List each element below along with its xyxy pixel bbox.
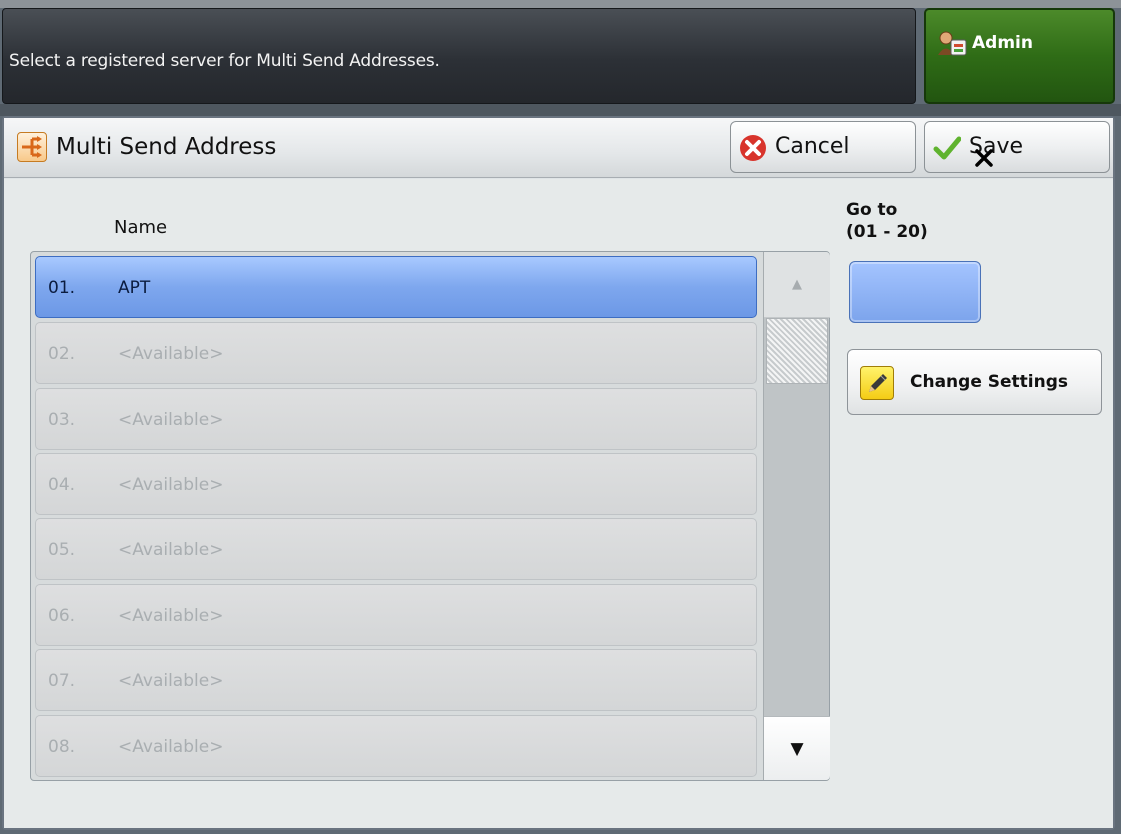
row-name: <Available>	[118, 410, 224, 430]
row-name: APT	[118, 278, 151, 298]
admin-label: Admin	[972, 33, 1033, 53]
save-label: Save	[969, 134, 1024, 159]
row-number: 07.	[48, 671, 76, 691]
cancel-label: Cancel	[775, 134, 850, 159]
pencil-icon	[860, 366, 894, 400]
cancel-button[interactable]: Cancel	[730, 121, 916, 173]
content-area: Name 01. APT 02. <Available> 03. <Availa…	[4, 179, 1113, 828]
row-number: 06.	[48, 606, 76, 626]
cancel-x-icon	[739, 134, 767, 162]
save-button[interactable]: Save	[924, 121, 1110, 173]
message-bar: Select a registered server for Multi Sen…	[2, 8, 916, 104]
row-name: <Available>	[118, 606, 224, 626]
address-list: 01. APT 02. <Available> 03. <Available> …	[30, 251, 830, 781]
list-item[interactable]: 02. <Available>	[35, 322, 757, 384]
goto-input[interactable]	[849, 261, 981, 323]
row-name: <Available>	[118, 475, 224, 495]
message-text: Select a registered server for Multi Sen…	[9, 51, 440, 71]
column-header-name: Name	[114, 217, 168, 238]
title-bar: Multi Send Address Cancel Save	[4, 118, 1113, 178]
goto-label-range: (01 - 20)	[846, 222, 928, 242]
scroll-thumb[interactable]	[766, 318, 828, 384]
list-item[interactable]: 05. <Available>	[35, 518, 757, 580]
scroll-up-button[interactable]: ▲	[764, 252, 830, 318]
top-strip	[0, 0, 1121, 8]
scroll-down-button[interactable]: ▼	[764, 716, 830, 780]
row-number: 08.	[48, 737, 76, 757]
list-item[interactable]: 08. <Available>	[35, 715, 757, 777]
row-number: 04.	[48, 475, 76, 495]
list-item[interactable]: 07. <Available>	[35, 649, 757, 711]
goto-label: Go to (01 - 20)	[846, 199, 928, 243]
admin-user-icon	[936, 30, 968, 56]
row-number: 02.	[48, 344, 76, 364]
change-settings-label: Change Settings	[910, 372, 1069, 392]
list-item[interactable]: 01. APT	[35, 256, 757, 318]
checkmark-icon	[933, 134, 962, 162]
row-number: 03.	[48, 410, 76, 430]
list-item[interactable]: 04. <Available>	[35, 453, 757, 515]
row-number: 01.	[48, 278, 76, 298]
row-name: <Available>	[118, 344, 224, 364]
admin-button[interactable]: Admin	[924, 8, 1115, 104]
page-title: Multi Send Address	[56, 134, 277, 160]
change-settings-button[interactable]: Change Settings	[847, 349, 1102, 415]
row-name: <Available>	[118, 671, 224, 691]
row-name: <Available>	[118, 540, 224, 560]
goto-label-line1: Go to	[846, 200, 898, 220]
scrollbar[interactable]: ▲ ▼	[763, 252, 830, 780]
row-name: <Available>	[118, 737, 224, 757]
bar-divider	[0, 104, 1121, 116]
list-item[interactable]: 03. <Available>	[35, 388, 757, 450]
list-item[interactable]: 06. <Available>	[35, 584, 757, 646]
row-number: 05.	[48, 540, 76, 560]
multi-send-icon	[17, 132, 47, 162]
main-panel: Multi Send Address Cancel Save Name 01. …	[2, 116, 1115, 830]
